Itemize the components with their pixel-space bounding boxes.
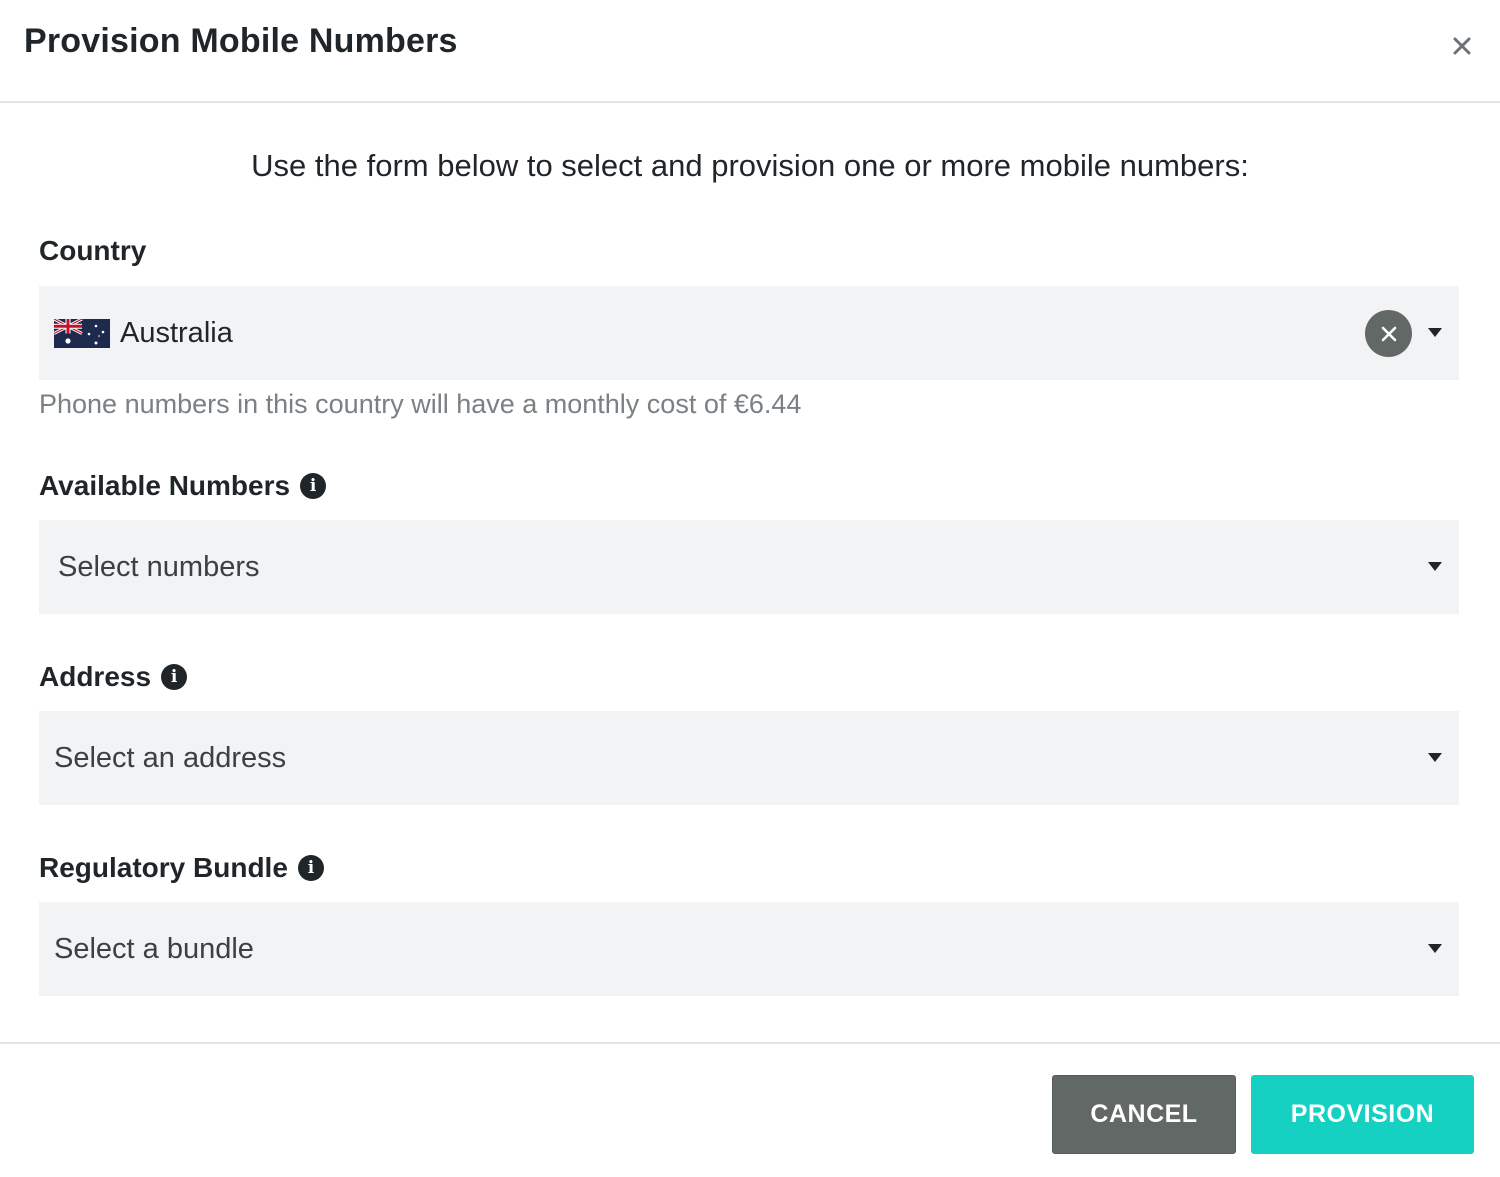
info-icon[interactable]: i [300,473,327,499]
cancel-button[interactable]: CANCEL [1052,1075,1236,1154]
clear-country-button[interactable] [1365,310,1412,357]
australia-flag-icon [54,319,110,348]
numbers-placeholder: Select numbers [58,551,260,583]
dialog-header: Provision Mobile Numbers [0,0,1500,103]
chevron-down-icon [1428,328,1442,337]
dialog-title: Provision Mobile Numbers [24,22,458,60]
numbers-select[interactable]: Select numbers [39,520,1459,614]
country-cost-hint: Phone numbers in this country will have … [39,389,802,419]
chevron-down-icon [1428,562,1442,571]
info-icon[interactable]: i [297,855,324,881]
intro-text: Use the form below to select and provisi… [251,148,1249,183]
address-select[interactable]: Select an address [39,711,1459,805]
bundle-placeholder: Select a bundle [54,933,254,965]
close-button[interactable] [1446,30,1478,62]
bundle-label: Regulatory Bundle i [39,852,324,884]
country-value: Australia [120,317,233,349]
chevron-down-icon [1428,944,1442,953]
country-label-text: Country [39,235,147,266]
country-select[interactable]: Australia [39,286,1459,380]
numbers-label: Available Numbers i [39,470,327,502]
address-label: Address i [39,661,188,693]
close-icon [1453,37,1471,55]
bundle-select[interactable]: Select a bundle [39,902,1459,996]
bundle-label-text: Regulatory Bundle [39,852,288,883]
provision-dialog: Provision Mobile Numbers Use the form be… [0,0,1500,1177]
chevron-down-icon [1428,753,1442,762]
country-label: Country [39,235,146,267]
dialog-footer: CANCEL PROVISION [0,1042,1500,1177]
address-label-text: Address [39,661,152,692]
address-placeholder: Select an address [54,742,287,774]
provision-button[interactable]: PROVISION [1251,1075,1474,1154]
info-icon[interactable]: i [161,664,188,690]
clear-icon [1381,326,1396,341]
numbers-label-text: Available Numbers [39,470,291,501]
